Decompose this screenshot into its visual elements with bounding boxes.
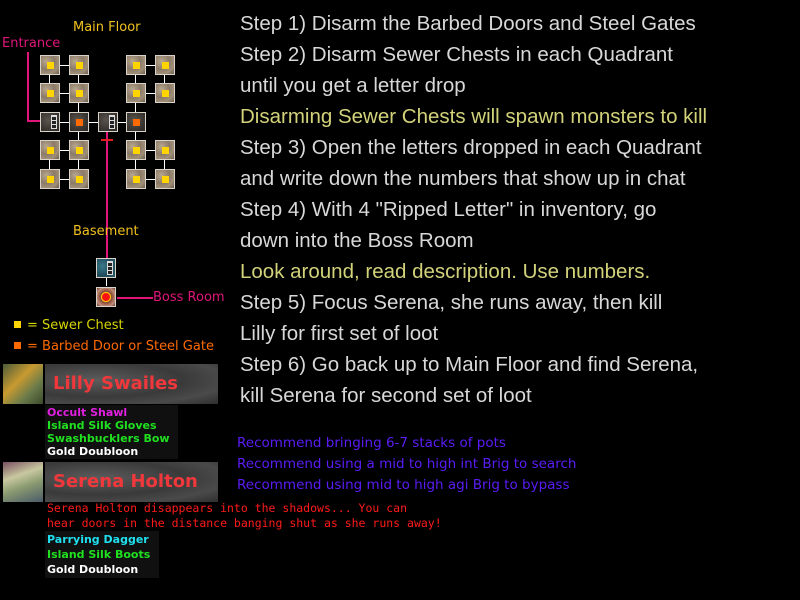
map-room: [155, 140, 175, 160]
sewer-chest-icon: [133, 90, 140, 97]
step-line: Step 2) Disarm Sewer Chests in each Quad…: [240, 43, 673, 66]
basement-label: Basement: [73, 224, 139, 239]
sewer-chest-icon: [14, 321, 21, 328]
map-room: [40, 83, 60, 103]
step-line: kill Serena for second set of loot: [240, 384, 532, 407]
sewer-chest-icon: [76, 176, 83, 183]
sewer-chest-icon: [133, 176, 140, 183]
sewer-chest-icon: [76, 147, 83, 154]
loot-item: Island Silk Boots: [47, 548, 151, 561]
map-room: [126, 140, 146, 160]
recommendations: Recommend bringing 6-7 stacks of pots Re…: [237, 433, 576, 496]
map-room-stairs: [40, 112, 60, 132]
step-line: until you get a letter drop: [240, 74, 466, 97]
basement-path: [106, 132, 108, 258]
map-room: [69, 169, 89, 189]
step-line: Step 5) Focus Serena, she runs away, the…: [240, 291, 663, 314]
loot-item: Parrying Dagger: [47, 533, 149, 546]
map-room-stairs: [98, 112, 118, 132]
boss-room: [96, 287, 116, 307]
map-room: [40, 140, 60, 160]
step-line: Step 6) Go back up to Main Floor and fin…: [240, 353, 699, 376]
step-note: Look around, read description. Use numbe…: [240, 260, 651, 283]
lilly-portrait: [3, 364, 43, 404]
loot-list-lilly: Occult Shawl Island Silk Gloves Swashbuc…: [45, 405, 178, 459]
recommendation: Recommend using mid to high agi Brig to …: [237, 477, 570, 493]
door-marker: [101, 139, 113, 141]
basement-stairs-room: [96, 258, 116, 278]
map-room-gate: [69, 112, 89, 132]
stairs-icon: [107, 261, 113, 275]
map-room: [69, 140, 89, 160]
map-room: [126, 169, 146, 189]
step-note: Disarming Sewer Chests will spawn monste…: [240, 105, 708, 128]
loot-list-serena: Parrying Dagger Island Silk Boots Gold D…: [45, 531, 159, 578]
chat-message: Serena Holton disappears into the shadow…: [47, 501, 442, 530]
map-room: [40, 169, 60, 189]
map-room: [126, 55, 146, 75]
entrance-path-h: [27, 120, 40, 122]
sewer-chest-icon: [162, 62, 169, 69]
legend-barbed-door: = Barbed Door or Steel Gate: [14, 339, 214, 354]
sewer-chest-icon: [76, 62, 83, 69]
sewer-chest-icon: [47, 90, 54, 97]
loot-item: Island Silk Gloves: [47, 419, 157, 432]
sewer-chest-icon: [162, 147, 169, 154]
loot-item: Occult Shawl: [47, 406, 128, 419]
sewer-chest-icon: [133, 62, 140, 69]
map-room: [69, 83, 89, 103]
steel-gate-icon: [133, 119, 140, 126]
recommendation: Recommend using a mid to high int Brig t…: [237, 456, 577, 472]
entrance-label: Entrance: [2, 36, 61, 51]
entrance-path: [27, 52, 29, 122]
sewer-chest-icon: [133, 147, 140, 154]
stairs-icon: [51, 115, 57, 129]
recommendation: Recommend bringing 6-7 stacks of pots: [237, 435, 506, 451]
step-line: and write down the numbers that show up …: [240, 167, 686, 190]
map-room: [40, 55, 60, 75]
loot-item: Gold Doubloon: [47, 445, 139, 458]
map-room: [155, 55, 175, 75]
sewer-chest-icon: [162, 176, 169, 183]
sewer-chest-icon: [47, 176, 54, 183]
sewer-chest-icon: [47, 62, 54, 69]
serena-portrait: [3, 462, 43, 502]
sewer-chest-icon: [76, 90, 83, 97]
boss-name-serena: Serena Holton: [45, 462, 218, 502]
map-room: [155, 83, 175, 103]
step-line: Lilly for first set of loot: [240, 322, 439, 345]
stairs-icon: [109, 115, 115, 129]
map-room: [155, 169, 175, 189]
loot-item: Swashbucklers Bow: [47, 432, 170, 445]
step-line: Step 3) Open the letters dropped in each…: [240, 136, 702, 159]
boss-room-pointer: [117, 297, 153, 299]
boss-name-lilly: Lilly Swailes: [45, 364, 218, 404]
map-room: [126, 83, 146, 103]
step-list: Step 1) Disarm the Barbed Doors and Stee…: [240, 8, 707, 411]
step-line: Step 4) With 4 "Ripped Letter" in invent…: [240, 198, 657, 221]
step-line: Step 1) Disarm the Barbed Doors and Stee…: [240, 12, 696, 35]
boss-marker-icon: [101, 292, 111, 302]
step-line: down into the Boss Room: [240, 229, 474, 252]
map-room-gate: [126, 112, 146, 132]
sewer-chest-icon: [162, 90, 169, 97]
legend-sewer-chest: = Sewer Chest: [14, 318, 124, 333]
barbed-door-icon: [14, 342, 21, 349]
barbed-door-icon: [76, 119, 83, 126]
map-room: [69, 55, 89, 75]
loot-item: Gold Doubloon: [47, 563, 139, 576]
main-floor-label: Main Floor: [73, 20, 141, 35]
boss-room-label: Boss Room: [153, 290, 225, 305]
sewer-chest-icon: [47, 147, 54, 154]
